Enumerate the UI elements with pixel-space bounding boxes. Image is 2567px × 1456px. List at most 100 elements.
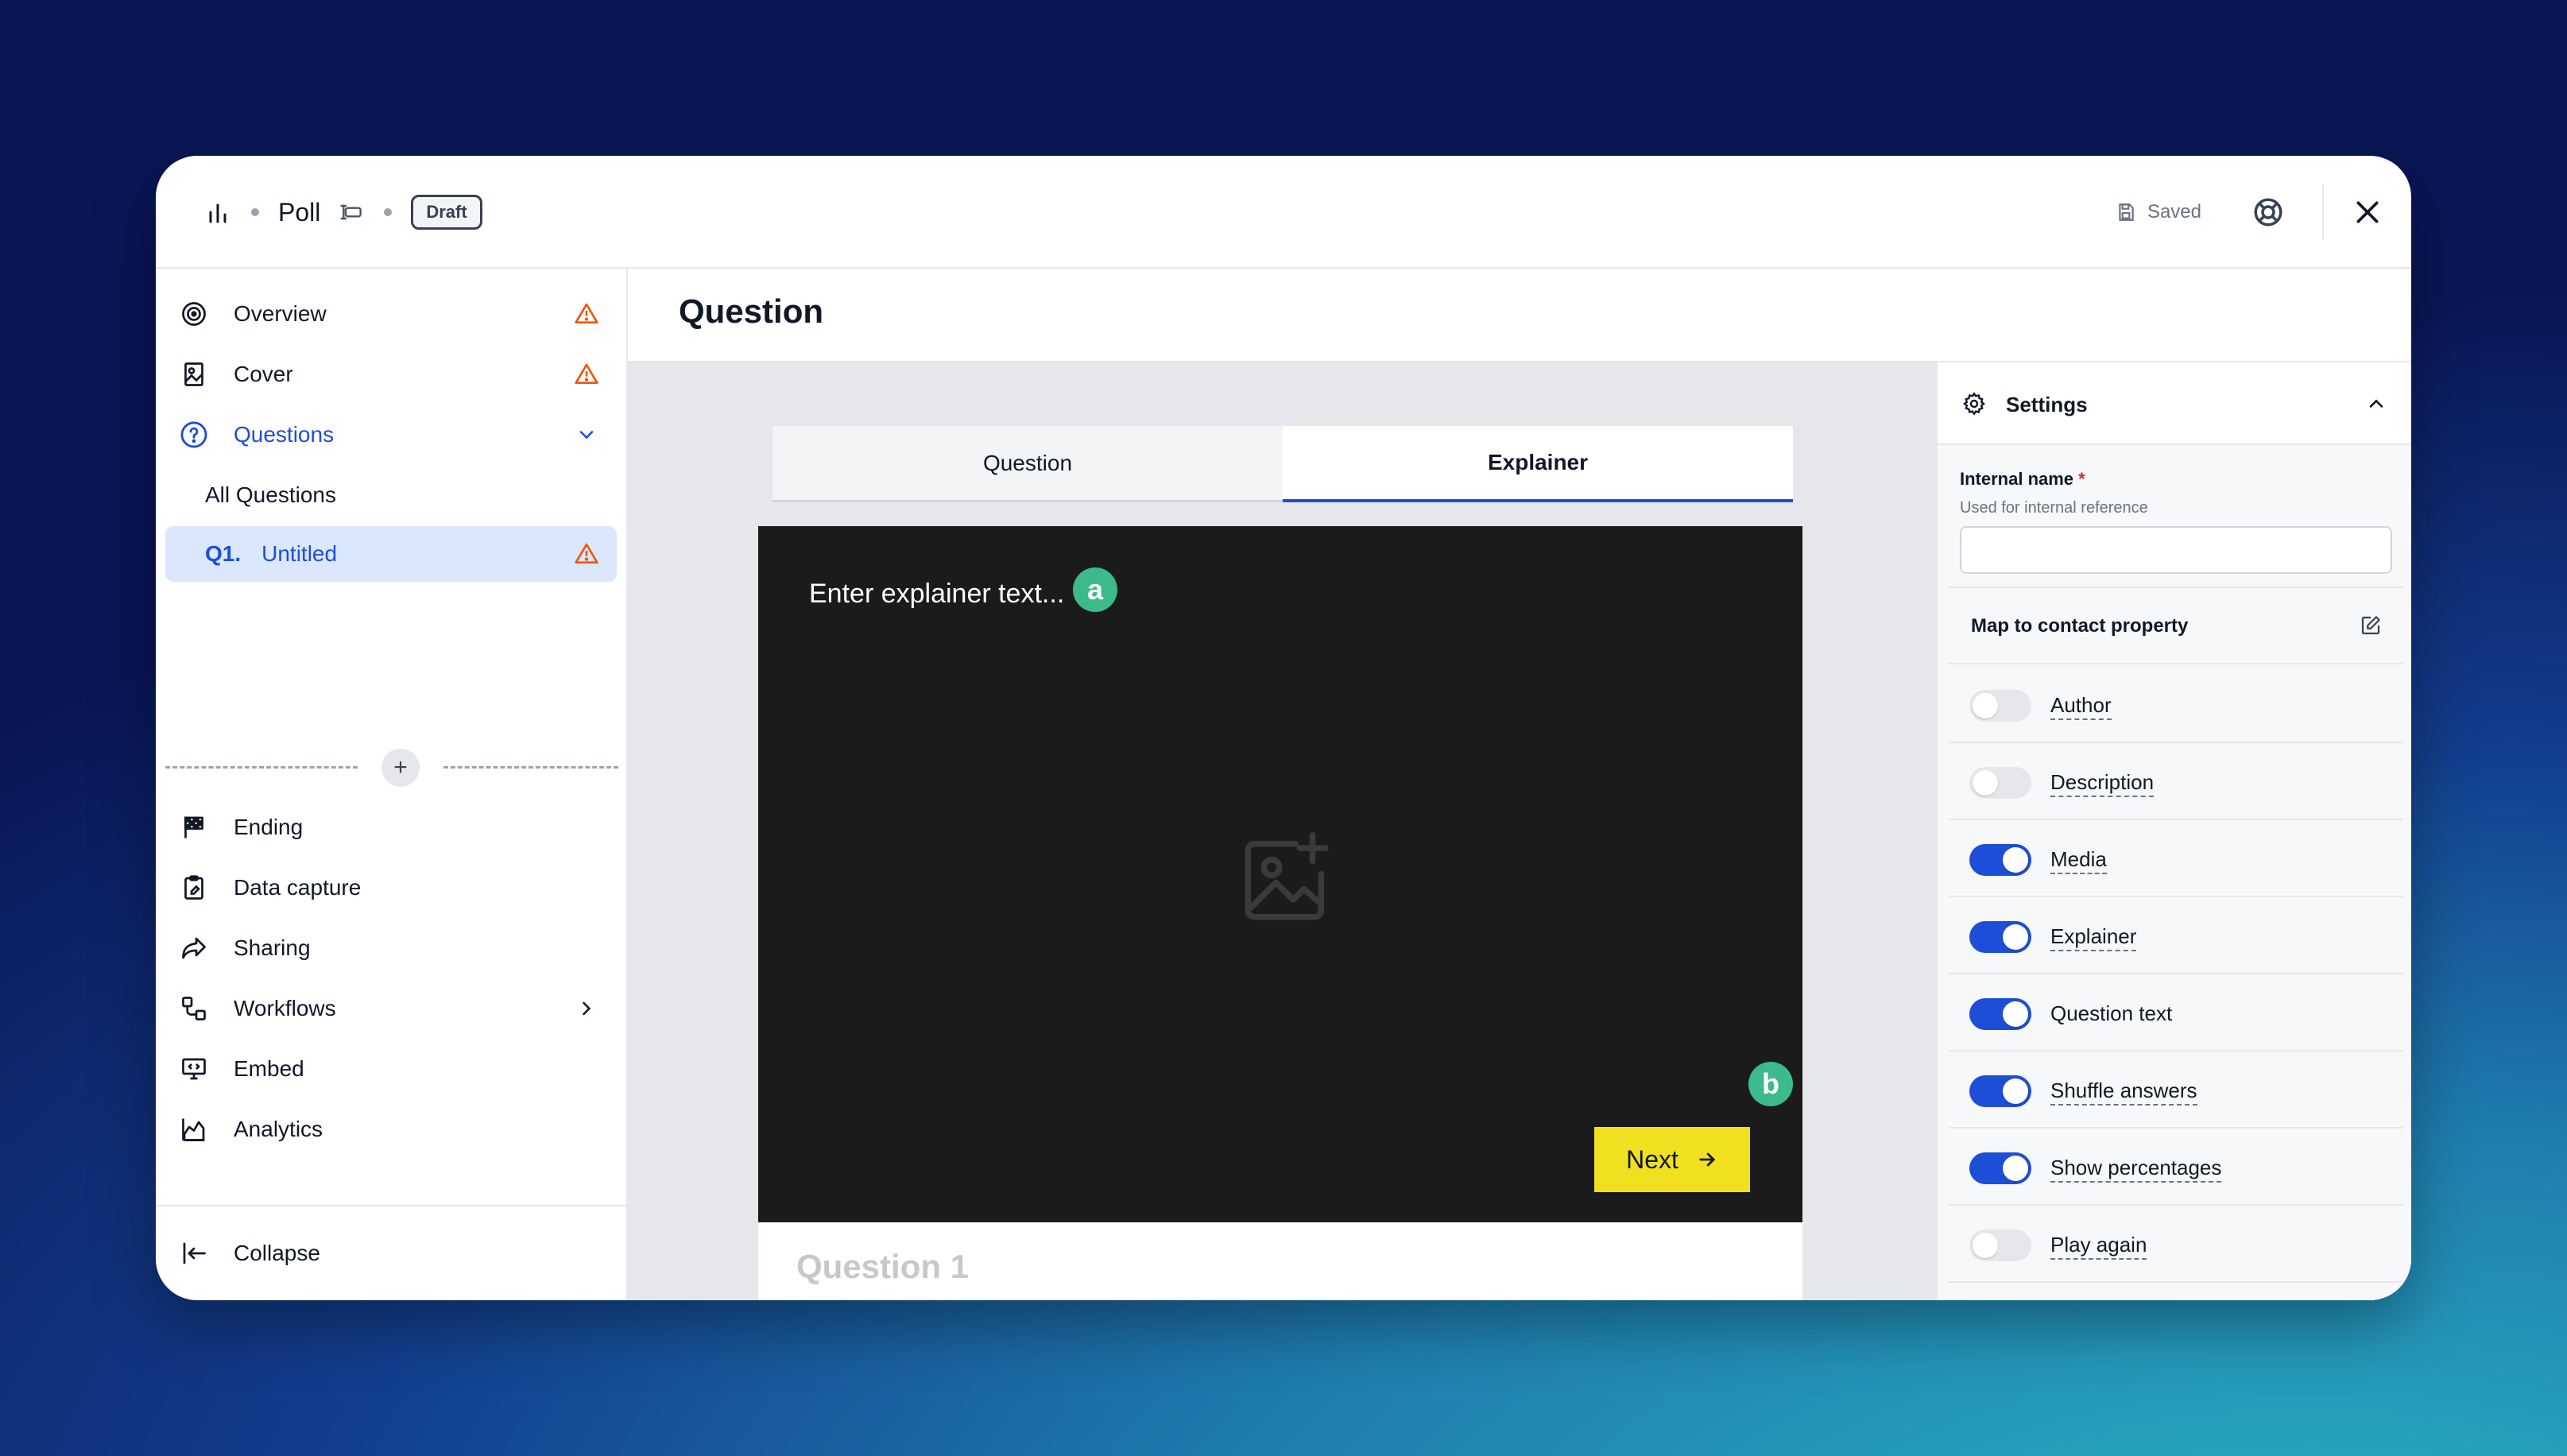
author-toggle[interactable] [1969, 690, 2031, 722]
next-button[interactable]: Next [1594, 1127, 1750, 1192]
sidebar-item-data-capture[interactable]: Data capture [167, 860, 617, 916]
annotation-badge-b: b [1748, 1062, 1793, 1106]
sidebar-item-analytics[interactable]: Analytics [167, 1102, 617, 1157]
save-icon [2116, 202, 2136, 223]
sidebar-item-workflows[interactable]: Workflows [167, 981, 617, 1036]
main-area: Question Question Explainer Enter explai… [628, 269, 2411, 1300]
sidebar-item-ending[interactable]: Ending [167, 800, 617, 855]
sidebar-item-question-1[interactable]: Q1. Untitled [165, 526, 617, 582]
close-button[interactable] [2324, 156, 2411, 269]
sidebar-item-questions[interactable]: Questions [167, 407, 617, 463]
analytics-chart-icon [176, 1112, 211, 1147]
question-heading: Question 1 [796, 1248, 970, 1285]
explainer-text-input[interactable]: Enter explainer text... [809, 579, 1064, 610]
play-again-toggle[interactable] [1969, 1229, 2031, 1261]
warning-icon [572, 360, 601, 389]
sidebar-item-overview[interactable]: Overview [167, 286, 617, 342]
add-image-icon[interactable] [1235, 827, 1338, 930]
settings-header[interactable]: Settings [1938, 362, 2411, 445]
internal-name-hint: Used for internal reference [1960, 499, 2148, 517]
media-toggle[interactable] [1969, 844, 2031, 876]
sidebar-item-label: Data capture [234, 875, 362, 900]
toggle-label: Show percentages [2050, 1156, 2222, 1183]
toggle-row-description: Description [1949, 743, 2403, 820]
sidebar-item-label: Embed [234, 1056, 304, 1081]
sidebar-item-label: Cover [234, 362, 293, 386]
map-contact-property-label: Map to contact property [1971, 615, 2189, 637]
sidebar-item-sharing[interactable]: Sharing [167, 920, 617, 976]
collapse-button[interactable]: Collapse [167, 1226, 617, 1281]
toggle-row-author: Author [1949, 666, 2403, 743]
sidebar-item-label: Untitled [261, 541, 338, 566]
toggle-knob [2003, 1001, 2028, 1027]
sidebar-item-embed[interactable]: Embed [167, 1041, 617, 1097]
collapse-left-icon [176, 1236, 211, 1271]
poll-chart-icon [203, 198, 232, 227]
sidebar: Overview Cover Questions All Questions Q… [156, 269, 628, 1300]
share-arrow-icon [176, 931, 211, 966]
saved-label: Saved [2147, 201, 2201, 223]
rename-icon[interactable] [339, 199, 365, 225]
toggle-knob [1973, 770, 1998, 796]
toggle-row-question-text: Question text [1949, 974, 2403, 1051]
editor-canvas: Question Explainer Enter explainer text.… [628, 362, 1936, 1300]
toggle-row-explainer: Explainer [1949, 897, 2403, 974]
toggle-label: Question text [2050, 1001, 2173, 1025]
gear-icon [1961, 391, 1987, 416]
toggle-knob [1973, 693, 1998, 718]
shuffle-answers-toggle[interactable] [1969, 1075, 2031, 1107]
sidebar-footer: Collapse [156, 1205, 626, 1300]
next-label: Next [1626, 1144, 1678, 1174]
toggle-label: Author [2050, 693, 2112, 720]
add-question-button[interactable]: + [381, 749, 420, 787]
sidebar-item-label: Sharing [234, 935, 311, 960]
question-text-toggle[interactable] [1969, 998, 2031, 1030]
description-toggle[interactable] [1969, 767, 2031, 799]
sidebar-item-label: Questions [234, 422, 335, 447]
page-title: Question [679, 292, 824, 330]
internal-name-input[interactable] [1960, 526, 2392, 574]
chevron-down-icon[interactable] [572, 420, 601, 449]
show-percentages-toggle[interactable] [1969, 1152, 2031, 1184]
sidebar-item-cover[interactable]: Cover [167, 347, 617, 402]
toggle-knob [2003, 1156, 2028, 1181]
editor-tabs: Question Explainer [772, 426, 1793, 502]
help-button[interactable] [2246, 190, 2290, 234]
toggle-label: Explainer [2050, 924, 2137, 951]
toggle-knob [1973, 1233, 1998, 1258]
edit-icon[interactable] [2359, 614, 2383, 637]
sidebar-item-label: All Questions [205, 482, 336, 507]
toggle-row-show-percentages: Show percentages [1949, 1129, 2403, 1206]
lifebuoy-icon [2251, 196, 2285, 229]
app-window: Poll Draft Saved Overview Cover Question… [156, 156, 2411, 1300]
toggle-label: Description [2050, 770, 2155, 797]
warning-icon [574, 541, 599, 567]
sidebar-item-all-questions[interactable]: All Questions [165, 467, 617, 523]
explainer-toggle[interactable] [1969, 921, 2031, 953]
sidebar-item-label: Analytics [234, 1117, 323, 1141]
add-question-row: + [165, 747, 618, 787]
toggle-knob [2003, 847, 2028, 873]
separator-dot [251, 208, 259, 216]
image-portrait-icon [176, 357, 211, 392]
question-preview-strip: Question 1 [758, 1222, 1802, 1300]
required-mark: * [2078, 469, 2085, 489]
toggle-label: Shuffle answers [2050, 1078, 2197, 1106]
collapse-label: Collapse [234, 1241, 320, 1265]
tab-question[interactable]: Question [772, 426, 1283, 502]
toggle-row-media: Media [1949, 820, 2403, 897]
warning-icon [572, 300, 601, 328]
close-icon [2352, 196, 2383, 228]
tab-explainer[interactable]: Explainer [1283, 426, 1793, 502]
map-contact-property-row[interactable]: Map to contact property [1949, 587, 2403, 664]
main-header: Question [628, 269, 2411, 362]
sidebar-item-label: Overview [234, 301, 327, 326]
workflow-icon [176, 991, 211, 1026]
divider [443, 766, 618, 769]
top-bar: Poll Draft Saved [156, 156, 2411, 269]
question-circle-icon [176, 417, 211, 452]
toggle-label: Media [2050, 847, 2107, 874]
toggle-knob [2003, 1078, 2028, 1104]
chevron-right-icon[interactable] [572, 994, 601, 1023]
chevron-up-icon[interactable] [2365, 393, 2387, 415]
